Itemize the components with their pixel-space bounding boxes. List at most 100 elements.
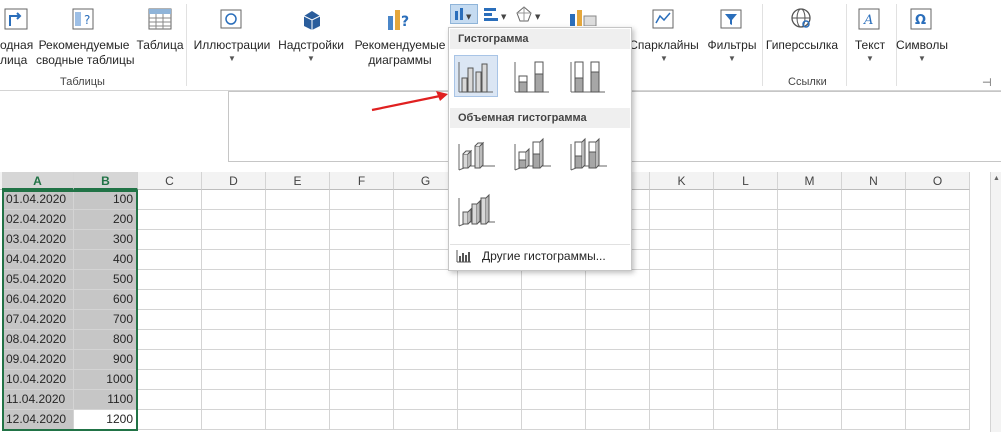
empty-cell[interactable] <box>778 390 842 410</box>
empty-cell[interactable] <box>138 290 202 310</box>
pivot-table-button[interactable]: одная лица <box>0 4 34 68</box>
empty-cell[interactable] <box>778 250 842 270</box>
empty-cell[interactable] <box>778 290 842 310</box>
cell-date[interactable]: 05.04.2020 <box>2 270 74 290</box>
empty-cell[interactable] <box>842 310 906 330</box>
radar-chart-button[interactable]: ▼ <box>514 5 544 23</box>
empty-cell[interactable] <box>650 230 714 250</box>
column-chart-button[interactable]: ▼ <box>450 4 478 24</box>
recommended-pivot-button[interactable]: ? Рекомендуемые сводные таблицы <box>36 4 134 68</box>
empty-cell[interactable] <box>778 410 842 430</box>
table-button[interactable]: Таблица <box>136 4 184 53</box>
empty-cell[interactable] <box>330 190 394 210</box>
empty-cell[interactable] <box>714 410 778 430</box>
empty-cell[interactable] <box>330 250 394 270</box>
cell-date[interactable]: 06.04.2020 <box>2 290 74 310</box>
empty-cell[interactable] <box>586 410 650 430</box>
3d-stacked-column-option[interactable] <box>511 134 553 174</box>
empty-cell[interactable] <box>138 390 202 410</box>
empty-cell[interactable] <box>650 210 714 230</box>
column-header-k[interactable]: K <box>650 172 714 190</box>
addins-button[interactable]: Надстройки ▼ <box>276 4 346 65</box>
empty-cell[interactable] <box>458 410 522 430</box>
empty-cell[interactable] <box>650 290 714 310</box>
empty-cell[interactable] <box>714 230 778 250</box>
illustrations-button[interactable]: Иллюстрации ▼ <box>192 4 272 65</box>
cell-value[interactable]: 800 <box>74 330 138 350</box>
column-header-m[interactable]: M <box>778 172 842 190</box>
empty-cell[interactable] <box>266 290 330 310</box>
scroll-up-icon[interactable]: ▲ <box>991 175 1001 182</box>
empty-cell[interactable] <box>906 410 970 430</box>
cell-value[interactable]: 1100 <box>74 390 138 410</box>
empty-cell[interactable] <box>778 270 842 290</box>
empty-cell[interactable] <box>650 410 714 430</box>
empty-cell[interactable] <box>778 210 842 230</box>
empty-cell[interactable] <box>842 410 906 430</box>
pivot-chart-icon[interactable] <box>568 10 600 27</box>
empty-cell[interactable] <box>138 190 202 210</box>
empty-cell[interactable] <box>330 210 394 230</box>
empty-cell[interactable] <box>586 270 650 290</box>
column-header-f[interactable]: F <box>330 172 394 190</box>
empty-cell[interactable] <box>906 390 970 410</box>
empty-cell[interactable] <box>906 330 970 350</box>
cell-value[interactable]: 500 <box>74 270 138 290</box>
empty-cell[interactable] <box>778 370 842 390</box>
empty-cell[interactable] <box>714 290 778 310</box>
empty-cell[interactable] <box>202 290 266 310</box>
cell-value[interactable]: 300 <box>74 230 138 250</box>
empty-cell[interactable] <box>714 310 778 330</box>
empty-cell[interactable] <box>394 270 458 290</box>
empty-cell[interactable] <box>202 230 266 250</box>
cell-date[interactable]: 12.04.2020 <box>2 410 74 430</box>
empty-cell[interactable] <box>458 330 522 350</box>
empty-cell[interactable] <box>202 190 266 210</box>
cell-date[interactable]: 02.04.2020 <box>2 210 74 230</box>
empty-cell[interactable] <box>650 310 714 330</box>
empty-cell[interactable] <box>266 250 330 270</box>
empty-cell[interactable] <box>202 330 266 350</box>
column-header-a[interactable]: A <box>2 172 74 190</box>
more-column-charts-item[interactable]: Другие гистограммы... <box>450 244 630 267</box>
empty-cell[interactable] <box>522 410 586 430</box>
empty-cell[interactable] <box>522 290 586 310</box>
empty-cell[interactable] <box>906 250 970 270</box>
empty-cell[interactable] <box>586 330 650 350</box>
cell-value[interactable]: 600 <box>74 290 138 310</box>
empty-cell[interactable] <box>842 190 906 210</box>
empty-cell[interactable] <box>394 410 458 430</box>
pin-ribbon-icon[interactable]: ⊣ <box>982 76 992 89</box>
empty-cell[interactable] <box>266 390 330 410</box>
empty-cell[interactable] <box>458 270 522 290</box>
column-header-n[interactable]: N <box>842 172 906 190</box>
empty-cell[interactable] <box>138 230 202 250</box>
empty-cell[interactable] <box>842 230 906 250</box>
empty-cell[interactable] <box>522 330 586 350</box>
empty-cell[interactable] <box>394 310 458 330</box>
empty-cell[interactable] <box>778 310 842 330</box>
empty-cell[interactable] <box>906 350 970 370</box>
empty-cell[interactable] <box>778 330 842 350</box>
empty-cell[interactable] <box>330 310 394 330</box>
empty-cell[interactable] <box>330 390 394 410</box>
empty-cell[interactable] <box>330 290 394 310</box>
hyperlink-button[interactable]: Гиперссылка <box>764 4 840 53</box>
cell-value[interactable]: 100 <box>74 190 138 210</box>
column-header-d[interactable]: D <box>202 172 266 190</box>
empty-cell[interactable] <box>650 370 714 390</box>
empty-cell[interactable] <box>394 290 458 310</box>
empty-cell[interactable] <box>906 230 970 250</box>
empty-cell[interactable] <box>266 310 330 330</box>
empty-cell[interactable] <box>330 270 394 290</box>
empty-cell[interactable] <box>138 210 202 230</box>
cell-value[interactable]: 400 <box>74 250 138 270</box>
empty-cell[interactable] <box>330 410 394 430</box>
empty-cell[interactable] <box>138 310 202 330</box>
empty-cell[interactable] <box>586 350 650 370</box>
empty-cell[interactable] <box>330 230 394 250</box>
empty-cell[interactable] <box>266 210 330 230</box>
stacked-column-option[interactable] <box>511 56 553 96</box>
empty-cell[interactable] <box>202 350 266 370</box>
empty-cell[interactable] <box>778 350 842 370</box>
